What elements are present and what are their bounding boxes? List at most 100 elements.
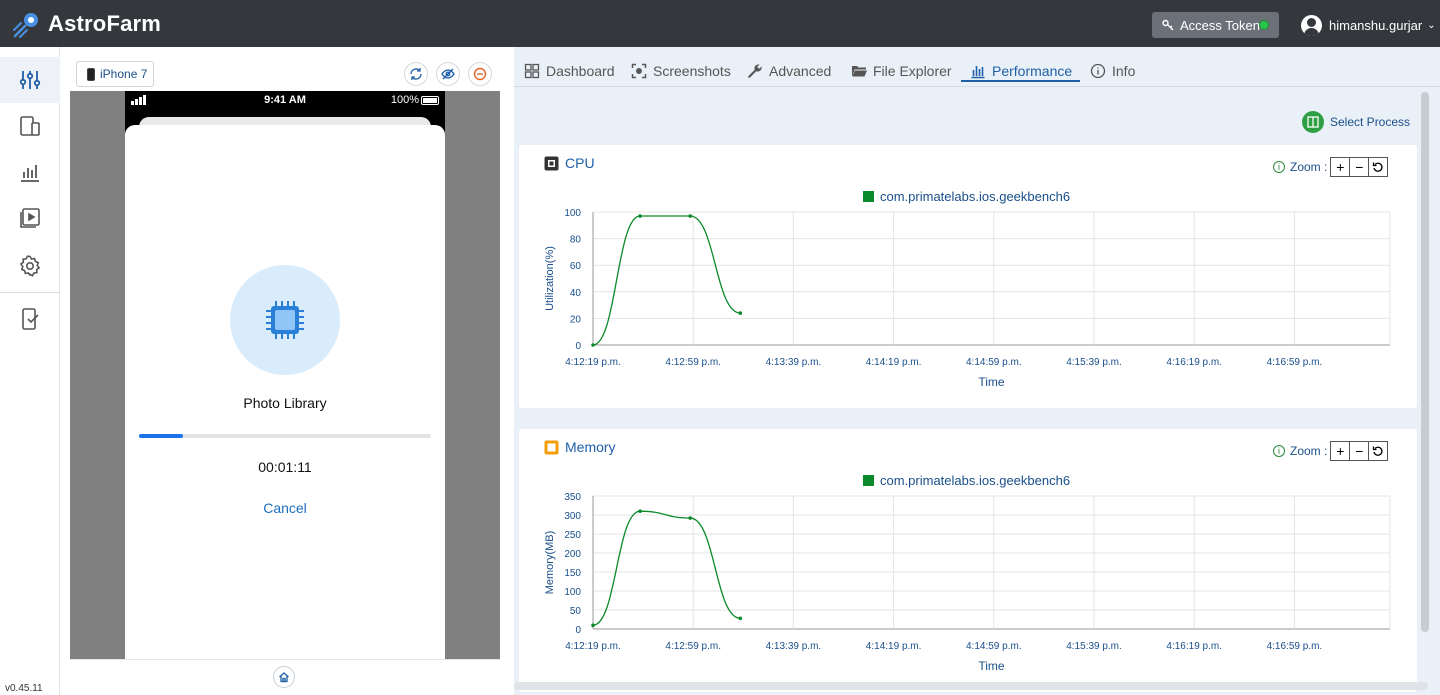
rotate-icon xyxy=(410,68,422,80)
data-point xyxy=(638,214,642,218)
brand-name: AstroFarm xyxy=(48,11,162,36)
rocket-logo-icon xyxy=(13,13,38,38)
progress-fill xyxy=(139,434,183,438)
cpu-card: CPU i Zoom : + − com.primatelabs.ios.gee… xyxy=(519,145,1417,408)
tab-advanced[interactable]: Advanced xyxy=(747,58,831,84)
dashboard-icon xyxy=(524,63,540,79)
data-point xyxy=(688,214,692,218)
cancel-button[interactable]: Cancel xyxy=(125,500,445,516)
nav-performance[interactable] xyxy=(0,149,60,195)
bar-chart-icon xyxy=(971,66,985,79)
progress-bar xyxy=(139,434,431,438)
y-tick-label: 150 xyxy=(564,568,581,579)
folder-icon xyxy=(852,66,867,77)
rotate-button[interactable] xyxy=(404,62,428,86)
token-status-dot xyxy=(1259,20,1269,30)
tab-screenshots[interactable]: Screenshots xyxy=(631,58,731,84)
x-tick-label: 4:16:59 p.m. xyxy=(1267,357,1323,368)
tab-label: Screenshots xyxy=(653,63,731,79)
eye-off-icon xyxy=(441,68,455,80)
gear-icon xyxy=(19,255,41,277)
left-nav xyxy=(0,47,60,695)
device-toolbar: iPhone 7 xyxy=(70,58,500,90)
y-tick-label: 350 xyxy=(564,492,581,503)
data-point xyxy=(638,509,642,513)
data-point xyxy=(591,623,595,627)
data-point xyxy=(591,343,595,347)
y-tick-label: 60 xyxy=(570,261,582,272)
series-line xyxy=(592,215,741,346)
x-tick-label: 4:12:19 p.m. xyxy=(565,357,621,368)
battery-icon xyxy=(421,96,439,105)
device-footer xyxy=(70,659,500,690)
tab-label: File Explorer xyxy=(873,63,952,79)
user-menu[interactable]: himanshu.gurjar ⌄ xyxy=(1301,12,1436,38)
vertical-scrollbar[interactable] xyxy=(1421,92,1429,632)
brand[interactable]: AstroFarm xyxy=(12,8,161,40)
y-tick-label: 200 xyxy=(564,549,581,560)
nav-recordings[interactable] xyxy=(0,195,60,241)
x-tick-label: 4:14:59 p.m. xyxy=(966,641,1022,652)
tab-info[interactable]: Info xyxy=(1090,58,1135,84)
nav-controls[interactable] xyxy=(0,57,60,103)
y-tick-label: 40 xyxy=(570,288,582,299)
y-axis-label: Memory(MB) xyxy=(544,531,556,595)
y-tick-label: 250 xyxy=(564,530,581,541)
battery-percent: 100% xyxy=(390,94,419,106)
select-process-label: Select Process xyxy=(1330,115,1411,129)
x-axis-label: Time xyxy=(978,375,1005,389)
y-tick-label: 0 xyxy=(575,625,581,636)
y-tick-label: 80 xyxy=(570,235,582,246)
x-tick-label: 4:16:19 p.m. xyxy=(1166,641,1222,652)
x-tick-label: 4:14:19 p.m. xyxy=(866,357,922,368)
tab-file-explorer[interactable]: File Explorer xyxy=(851,58,952,84)
memory-card: Memory i Zoom : + − com.primatelabs.ios.… xyxy=(519,429,1417,692)
device-check-icon xyxy=(22,308,39,330)
phone-status-bar: 9:41 AM 100% xyxy=(125,91,445,111)
x-tick-label: 4:13:39 p.m. xyxy=(766,357,822,368)
app-version: v0.45.11 xyxy=(5,683,43,694)
data-point xyxy=(688,516,692,520)
horizontal-scrollbar[interactable] xyxy=(514,682,1428,690)
x-tick-label: 4:12:59 p.m. xyxy=(665,641,721,652)
x-axis-label: Time xyxy=(978,659,1005,673)
cpu-chip-icon xyxy=(266,301,304,339)
disconnect-button[interactable] xyxy=(468,62,492,86)
home-button[interactable] xyxy=(273,666,295,688)
x-tick-label: 4:12:59 p.m. xyxy=(665,357,721,368)
active-tab-indicator xyxy=(961,80,1080,82)
nav-device-check[interactable] xyxy=(0,296,60,342)
memory-chart: 0 50 100 150 200 250 300 350 4:12:19 p.m. 4:12:59… xyxy=(544,492,1391,673)
info-icon xyxy=(1090,63,1106,79)
y-tick-label: 100 xyxy=(564,587,581,598)
phone-icon xyxy=(87,67,95,81)
y-axis-label: Utilization(%) xyxy=(544,246,556,311)
chip-badge xyxy=(230,265,340,375)
tab-label: Info xyxy=(1112,63,1136,79)
tab-bar: Dashboard Screenshots Advanced File Expl… xyxy=(514,47,1440,87)
device-panel: iPhone 7 9:41 AM 100% Photo Library 00:0… xyxy=(70,58,500,690)
hide-button[interactable] xyxy=(436,62,460,86)
data-point xyxy=(738,616,743,621)
device-selector[interactable]: iPhone 7 xyxy=(76,61,154,87)
top-bar: AstroFarm Access Token himanshu.gurjar ⌄ xyxy=(0,0,1440,47)
nav-devices[interactable] xyxy=(0,103,60,149)
timer-text: 00:01:11 xyxy=(258,459,312,475)
phone-screen[interactable]: 9:41 AM 100% Photo Library 00:01:11 Canc… xyxy=(125,91,445,659)
avatar xyxy=(1301,14,1322,36)
select-process-button[interactable]: Select Process xyxy=(1302,111,1410,133)
bar-chart-icon xyxy=(21,165,39,182)
nav-settings[interactable] xyxy=(0,243,60,289)
username: himanshu.gurjar xyxy=(1329,17,1423,33)
tab-dashboard[interactable]: Dashboard xyxy=(524,58,615,84)
x-tick-label: 4:15:39 p.m. xyxy=(1066,357,1122,368)
minus-circle-icon xyxy=(473,67,487,81)
tab-label: Advanced xyxy=(769,63,832,79)
y-tick-label: 100 xyxy=(564,208,581,219)
x-tick-label: 4:13:39 p.m. xyxy=(766,641,822,652)
devices-icon xyxy=(20,116,40,136)
y-tick-label: 0 xyxy=(575,341,581,352)
x-tick-label: 4:16:59 p.m. xyxy=(1267,641,1323,652)
screenshots-icon xyxy=(631,63,647,79)
access-token-button[interactable]: Access Token xyxy=(1152,12,1279,38)
